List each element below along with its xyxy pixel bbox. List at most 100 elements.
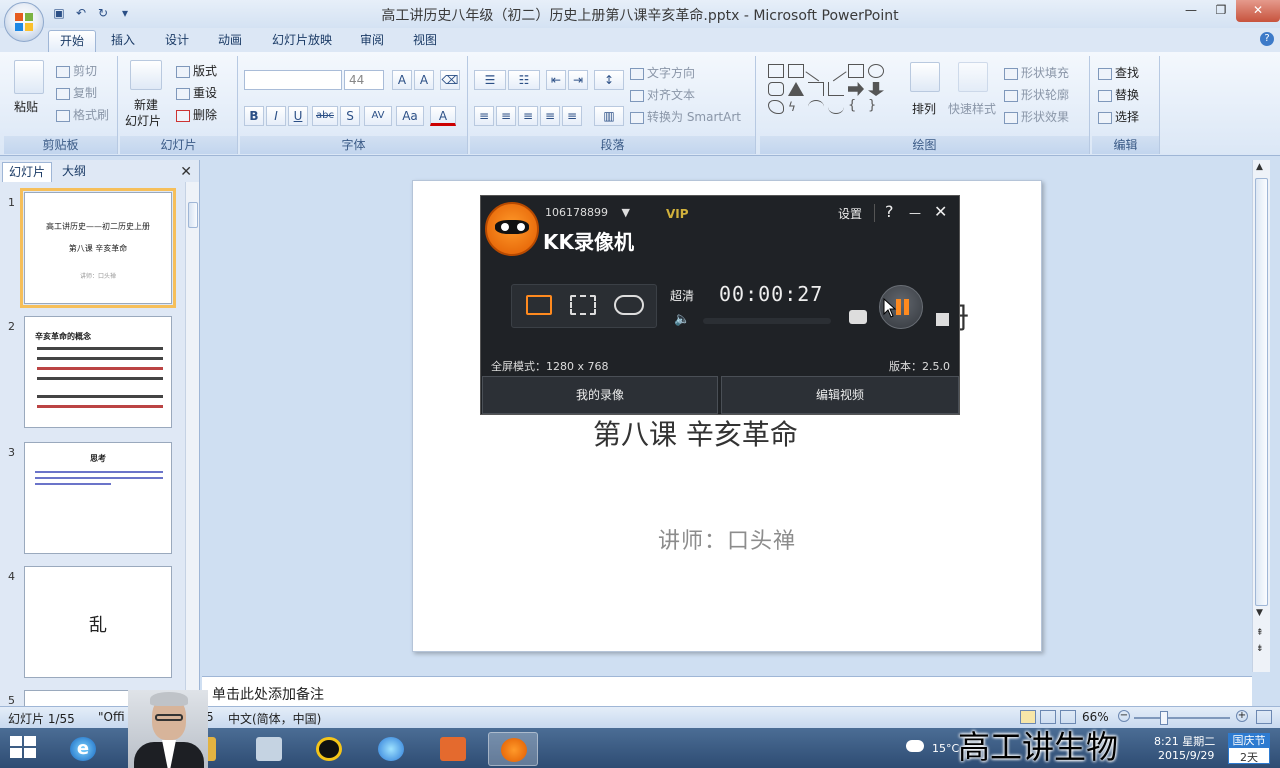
- tab-home[interactable]: 开始: [48, 30, 97, 52]
- scroll-up-icon[interactable]: ▲: [1256, 162, 1263, 172]
- kk-account-id[interactable]: 106178899 ▼: [545, 206, 630, 219]
- fit-to-window-icon[interactable]: [1256, 710, 1272, 724]
- rect-shape-icon[interactable]: [848, 64, 864, 78]
- oval-shape-icon[interactable]: [868, 64, 884, 78]
- start-button[interactable]: [10, 736, 38, 760]
- kk-minimize-icon[interactable]: —: [909, 206, 921, 220]
- right-arrow-icon[interactable]: [848, 82, 864, 96]
- font-name-field[interactable]: [244, 70, 342, 90]
- cut-button[interactable]: 剪切: [56, 62, 97, 79]
- kk-vip-badge[interactable]: VIP: [666, 207, 689, 221]
- smartart-button[interactable]: 转换为 SmartArt: [630, 108, 741, 125]
- editor-scroll-thumb[interactable]: [1255, 178, 1268, 606]
- replace-button[interactable]: 替换: [1098, 86, 1139, 103]
- bullets-button[interactable]: ☰: [474, 70, 506, 90]
- shape-effects-button[interactable]: 形状效果: [1004, 108, 1069, 125]
- find-button[interactable]: 查找: [1098, 64, 1139, 81]
- shape-outline-button[interactable]: 形状轮廓: [1004, 86, 1069, 103]
- kk-help-icon[interactable]: ?: [885, 202, 894, 221]
- shrink-font-button[interactable]: A: [414, 70, 434, 90]
- arrange-button[interactable]: 排列: [912, 100, 936, 117]
- clock-time[interactable]: 8:21 星期二: [1154, 733, 1215, 749]
- arrange-icon[interactable]: [910, 62, 940, 92]
- clear-format-button[interactable]: ⌫: [440, 70, 460, 90]
- kk-screenshot-camera-icon[interactable]: [849, 310, 867, 324]
- powerpoint-taskbar-icon[interactable]: [428, 732, 478, 766]
- monitor-taskbar-icon[interactable]: [244, 732, 294, 766]
- fullscreen-mode-icon[interactable]: [526, 295, 552, 315]
- close-button[interactable]: ✕: [1236, 0, 1280, 22]
- minimize-button[interactable]: —: [1176, 0, 1206, 22]
- triangle-icon[interactable]: [788, 82, 804, 96]
- copy-button[interactable]: 复制: [56, 84, 97, 101]
- panel-scroll-thumb[interactable]: [188, 202, 198, 228]
- holiday-countdown-widget[interactable]: 国庆节 2天: [1228, 733, 1270, 764]
- office-button[interactable]: [4, 2, 44, 42]
- tab-view[interactable]: 视图: [402, 30, 448, 52]
- account-dropdown-icon[interactable]: ▼: [622, 206, 630, 219]
- slide-thumbnail-4[interactable]: 乱: [24, 566, 172, 678]
- textbox-shape-icon[interactable]: [768, 64, 784, 78]
- editor-scrollbar[interactable]: ▲ ▼ ⇞ ⇟: [1252, 160, 1270, 672]
- line-spacing-button[interactable]: ↕: [594, 70, 624, 90]
- italic-button[interactable]: I: [266, 106, 286, 126]
- curve2-icon[interactable]: [828, 100, 844, 114]
- delete-slide-button[interactable]: 删除: [176, 106, 217, 123]
- shape-fill-button[interactable]: 形状填充: [1004, 64, 1069, 81]
- increase-indent-button[interactable]: ⇥: [568, 70, 588, 90]
- curve-icon[interactable]: [808, 100, 824, 114]
- region-mode-icon[interactable]: [570, 295, 596, 315]
- next-slide-icon[interactable]: ⇟: [1256, 644, 1264, 654]
- align-right-button[interactable]: ≡: [518, 106, 538, 126]
- zoom-slider-handle[interactable]: [1160, 711, 1168, 725]
- text-direction-button[interactable]: 文字方向: [630, 64, 695, 81]
- tab-review[interactable]: 审阅: [349, 30, 395, 52]
- tab-slides-thumbnails[interactable]: 幻灯片: [2, 162, 53, 182]
- align-center-button[interactable]: ≡: [496, 106, 516, 126]
- grow-font-button[interactable]: A: [392, 70, 412, 90]
- clock-date[interactable]: 2015/9/29: [1158, 749, 1214, 762]
- paste-button[interactable]: 粘贴: [14, 98, 38, 115]
- tab-design[interactable]: 设计: [154, 30, 200, 52]
- prev-slide-icon[interactable]: ⇞: [1256, 628, 1264, 638]
- rounded-rect-icon[interactable]: [768, 82, 784, 96]
- panel-close-icon[interactable]: ✕: [180, 164, 192, 180]
- quick-styles-button[interactable]: 快速样式: [948, 100, 996, 117]
- slide-thumbnail-1[interactable]: 高工讲历史——初二历史上册 第八课 辛亥革命 讲师：口头禅: [20, 188, 176, 308]
- kk-quality-selector[interactable]: 超清: [670, 287, 694, 304]
- tab-insert[interactable]: 插入: [100, 30, 146, 52]
- vertical-textbox-icon[interactable]: [788, 64, 804, 78]
- columns-button[interactable]: ▥: [594, 106, 624, 126]
- select-button[interactable]: 选择: [1098, 108, 1139, 125]
- kk-settings-link[interactable]: 设置: [838, 205, 862, 222]
- shapes-gallery[interactable]: ϟ {}: [768, 60, 886, 114]
- new-slide-label-2[interactable]: 幻灯片: [125, 112, 161, 129]
- tab-slideshow[interactable]: 幻灯片放映: [261, 30, 343, 52]
- tab-outline[interactable]: 大纲: [56, 162, 92, 182]
- scroll-down-icon[interactable]: ▼: [1256, 608, 1263, 618]
- maximize-button[interactable]: ❐: [1206, 0, 1236, 22]
- slide-thumbnail-2[interactable]: 辛亥革命的概念: [24, 316, 172, 428]
- brace-left-icon[interactable]: {: [848, 99, 864, 114]
- new-slide-label[interactable]: 新建: [134, 96, 158, 113]
- font-color-button[interactable]: A: [430, 106, 456, 126]
- kk-recorder-taskbar-icon[interactable]: [488, 732, 538, 766]
- ie-taskbar-icon[interactable]: e: [58, 732, 108, 766]
- kk-stop-button[interactable]: [936, 313, 949, 326]
- kk-volume-icon[interactable]: 🔈: [674, 312, 690, 327]
- slide-thumbnail-3[interactable]: 思考: [24, 442, 172, 554]
- elbow2-connector-icon[interactable]: [828, 82, 844, 96]
- new-slide-icon[interactable]: [130, 60, 162, 90]
- justify-button[interactable]: ≡: [540, 106, 560, 126]
- strikethrough-button[interactable]: abc: [312, 106, 338, 126]
- browser-taskbar-icon[interactable]: [366, 732, 416, 766]
- help-icon[interactable]: ?: [1260, 32, 1274, 46]
- kk-my-recordings-button[interactable]: 我的录像: [482, 376, 718, 414]
- font-size-field[interactable]: 44: [344, 70, 384, 90]
- free-shape-icon[interactable]: [768, 100, 784, 114]
- layout-button[interactable]: 版式: [176, 62, 217, 79]
- tab-animation[interactable]: 动画: [207, 30, 253, 52]
- numbering-button[interactable]: ☷: [508, 70, 540, 90]
- weather-temp[interactable]: 15°C: [932, 742, 959, 755]
- kk-edit-video-button[interactable]: 编辑视频: [721, 376, 959, 414]
